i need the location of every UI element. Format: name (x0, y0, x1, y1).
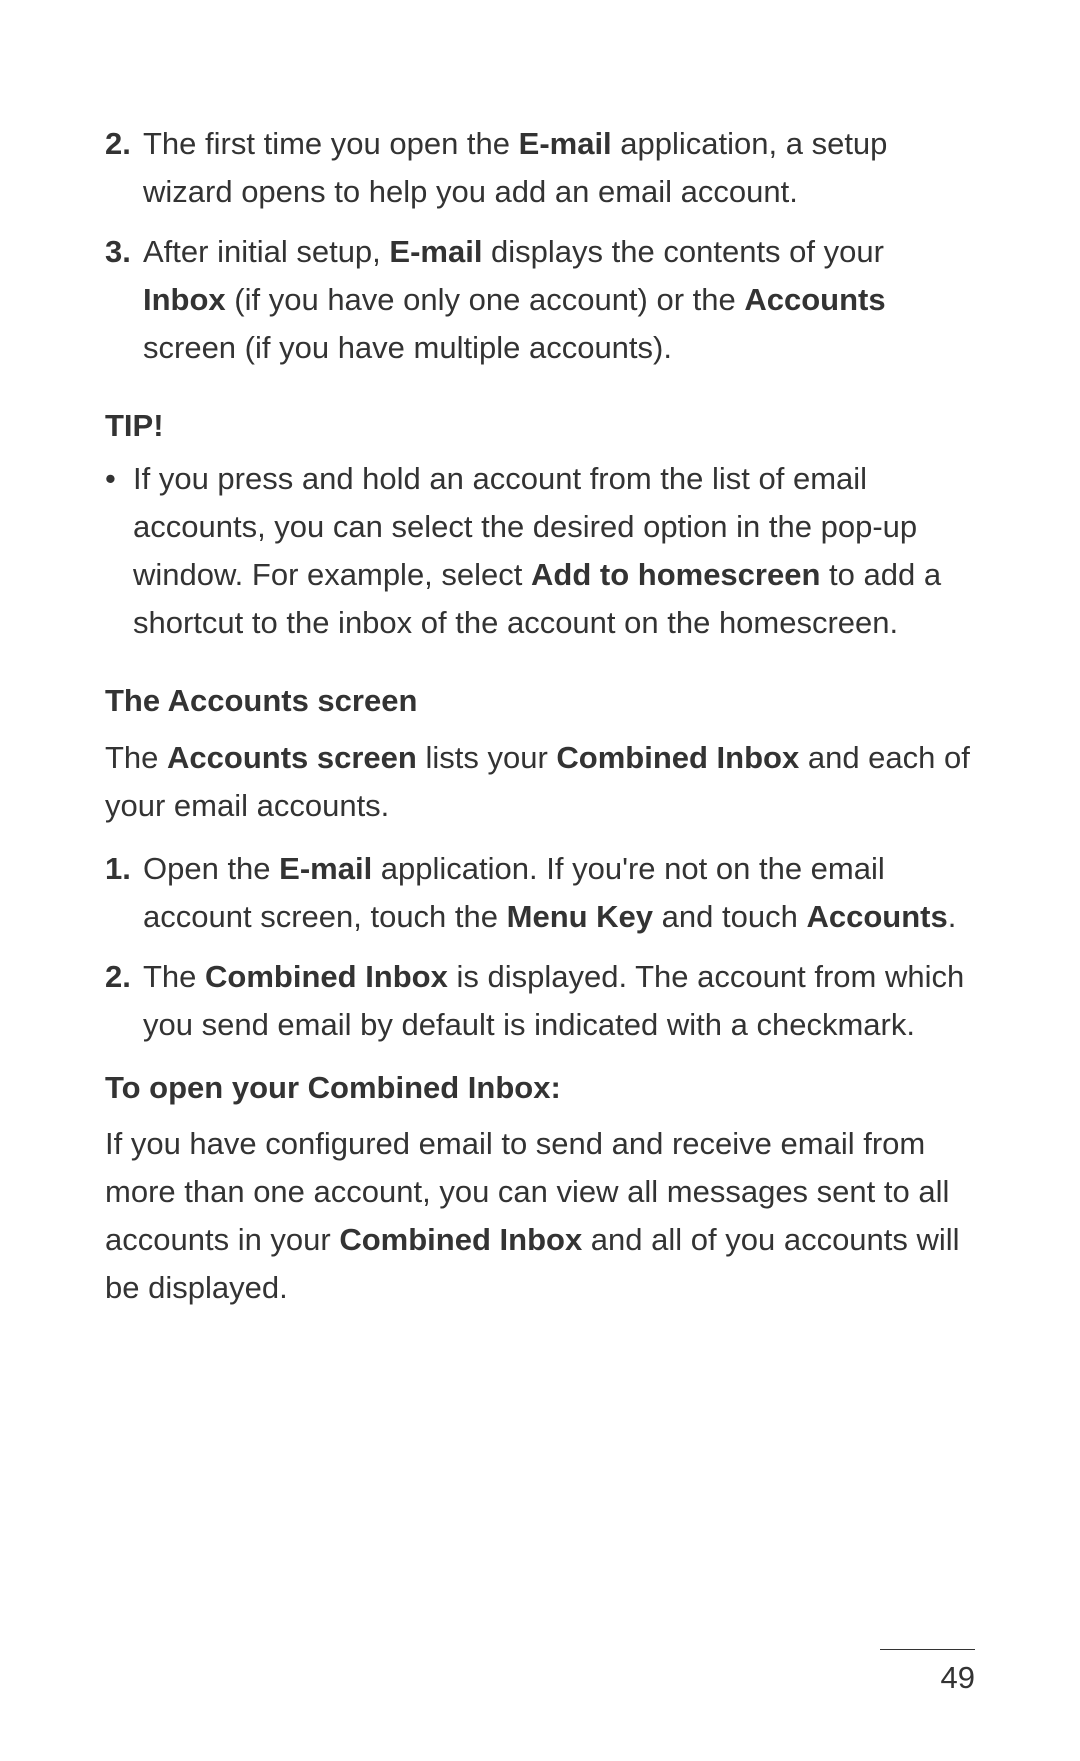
page-number-value: 49 (941, 1660, 975, 1695)
bullet-icon: • (105, 455, 133, 647)
accounts-step-1: 1. Open the E-mail application. If you'r… (105, 845, 975, 941)
step-2: 2. The first time you open the E-mail ap… (105, 120, 975, 216)
page-number: 49 (880, 1649, 975, 1696)
tip-heading: TIP! (105, 402, 975, 450)
combined-heading: To open your Combined Inbox: (105, 1064, 975, 1112)
step-number: 2. (105, 953, 143, 1049)
combined-text: If you have configured email to send and… (105, 1120, 975, 1312)
step-text: The first time you open the E-mail appli… (143, 120, 975, 216)
step-text: Open the E-mail application. If you're n… (143, 845, 975, 941)
step-3: 3. After initial setup, E-mail displays … (105, 228, 975, 372)
step-number: 2. (105, 120, 143, 216)
step-number: 1. (105, 845, 143, 941)
step-number: 3. (105, 228, 143, 372)
step-text: After initial setup, E-mail displays the… (143, 228, 975, 372)
page-number-divider (880, 1649, 975, 1650)
accounts-step-2: 2. The Combined Inbox is displayed. The … (105, 953, 975, 1049)
step-text: The Combined Inbox is displayed. The acc… (143, 953, 975, 1049)
tip-bullet: • If you press and hold an account from … (105, 455, 975, 647)
accounts-heading: The Accounts screen (105, 677, 975, 725)
accounts-intro: The Accounts screen lists your Combined … (105, 734, 975, 830)
page-content: 2. The first time you open the E-mail ap… (105, 120, 975, 1312)
tip-text: If you press and hold an account from th… (133, 455, 975, 647)
